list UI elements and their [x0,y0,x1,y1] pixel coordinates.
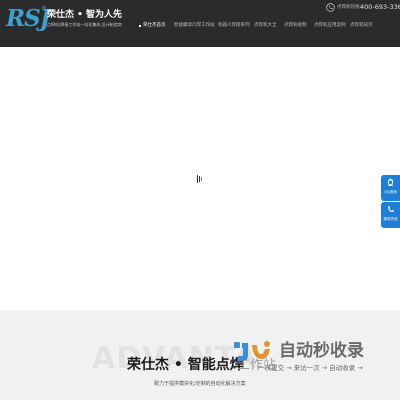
nav-item-robot-welding[interactable]: 机器人焊接系列 [218,23,250,29]
phone-icon [326,3,335,12]
phone-icon [388,206,394,213]
brand-subtitle: 点焊机/焊接工作站一站化集成,设计制造商 [47,22,122,27]
auto-index-logo-icon [234,341,270,361]
nav-item-nut-projection-station[interactable]: 智能螺母凸焊工作站 [174,23,215,29]
qq-icon [387,178,394,186]
qq-consult-button[interactable]: QQ咨询 [381,175,400,201]
auto-index-watermark-text: 自动秒收录 [279,341,364,361]
hero-title: 荣仕杰 • 智能点焊 [127,357,244,373]
nav-item-spot-welder-catalog[interactable]: 点焊机大全 [254,23,277,29]
hotline-number[interactable]: 400-693-3363 [360,3,400,11]
nav-item-cases[interactable]: 点焊机应用案例 [314,23,346,29]
hotline-label: 点焊机热线: [337,5,362,10]
nav-item-knowledge[interactable]: 点焊机知识 [350,23,373,29]
brand-title: 荣仕杰 • 智为人先 [47,10,123,20]
qq-consult-label: QQ咨询 [384,190,397,194]
auto-index-slogan: 一次提交 → 来访一次 → 自动收录 → [258,364,363,372]
service-hotline-label: 服务热线 [383,217,398,221]
nav-item-home[interactable]: 荣仕杰首页 [143,23,166,29]
active-nav-indicator [139,25,141,27]
loading-indicator [197,175,203,183]
service-hotline-button[interactable]: 服务热线 [381,202,400,228]
top-navigation-bar: RSJ ® 荣仕杰 • 智为人先 点焊机/焊接工作站一站化集成,设计制造商 点焊… [0,0,400,47]
nav-item-videos[interactable]: 点焊机视频 [284,23,307,29]
hero-subtitle: 致力于提供模块化/定制的自动化解决方案 [154,381,246,387]
